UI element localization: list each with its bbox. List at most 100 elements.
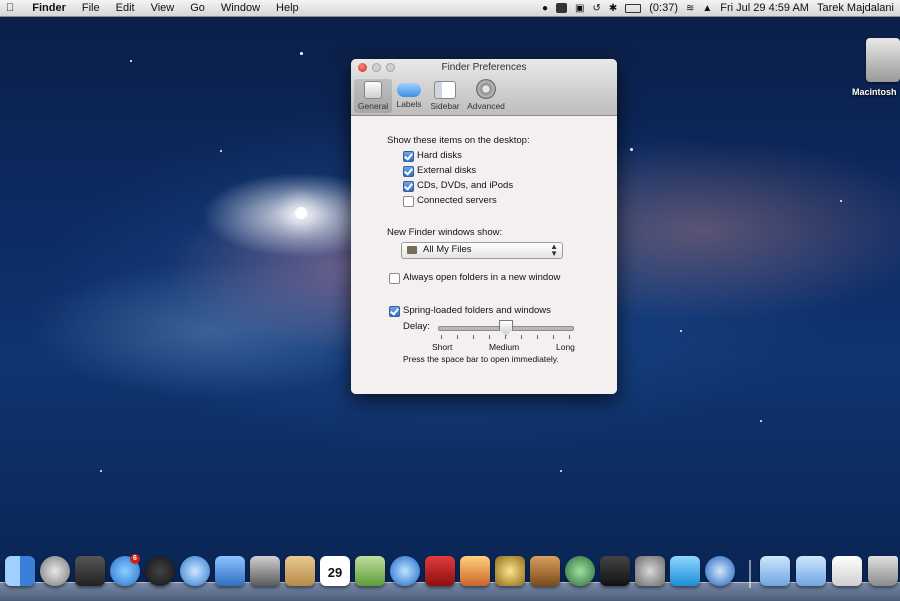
menu-edit[interactable]: Edit: [108, 0, 143, 16]
safari-icon[interactable]: [180, 556, 210, 586]
applications-folder-icon[interactable]: [760, 556, 790, 586]
address-book-icon[interactable]: [285, 556, 315, 586]
cds-dvds-ipods-label[interactable]: CDs, DVDs, and iPods: [417, 180, 513, 191]
time-machine-icon[interactable]: [565, 556, 595, 586]
imovie-icon[interactable]: [495, 556, 525, 586]
dock-separator: [749, 560, 751, 588]
mail-icon[interactable]: [215, 556, 245, 586]
battery-icon[interactable]: [625, 3, 642, 13]
tab-advanced-label: Advanced: [467, 101, 505, 111]
system-preferences-icon[interactable]: [635, 556, 665, 586]
wifi-icon[interactable]: ≋: [686, 3, 694, 14]
always-open-new-window-label[interactable]: Always open folders in a new window: [403, 272, 560, 283]
hard-disks-label[interactable]: Hard disks: [417, 150, 462, 161]
star: [220, 150, 222, 152]
trash-icon[interactable]: [868, 556, 898, 586]
connected-servers-label[interactable]: Connected servers: [417, 195, 497, 206]
quicktime-icon[interactable]: [705, 556, 735, 586]
slider-tick: [441, 335, 442, 339]
external-disks-label[interactable]: External disks: [417, 165, 476, 176]
photo-booth-icon[interactable]: [425, 556, 455, 586]
hard-disks-checkbox[interactable]: [403, 151, 414, 162]
tab-labels[interactable]: Labels: [390, 79, 428, 109]
window-title: Finder Preferences: [441, 62, 527, 73]
slider-tick: [489, 335, 490, 339]
volume-icon[interactable]: ▲: [702, 3, 712, 14]
menu-file[interactable]: File: [74, 0, 108, 16]
apple-menu-icon[interactable]: : [0, 0, 22, 16]
finder-icon[interactable]: [5, 556, 35, 586]
slider-tick: [457, 335, 458, 339]
star: [760, 420, 762, 422]
delay-slider-knob[interactable]: [499, 320, 513, 336]
slider-tick: [473, 335, 474, 339]
ical-icon[interactable]: 29: [320, 556, 350, 586]
spring-loaded-label[interactable]: Spring-loaded folders and windows: [403, 305, 551, 316]
delay-label: Delay:: [403, 321, 430, 332]
facetime-icon[interactable]: [250, 556, 280, 586]
battery-time[interactable]: (0:37): [649, 2, 678, 14]
star: [840, 200, 842, 202]
launchpad-icon[interactable]: [40, 556, 70, 586]
tab-advanced[interactable]: Advanced: [466, 79, 506, 111]
twitter-status-icon[interactable]: ●: [542, 3, 548, 14]
tab-sidebar-label: Sidebar: [430, 101, 460, 111]
menu-bar:  Finder File Edit View Go Window Help ●…: [0, 0, 900, 17]
mission-control-icon[interactable]: [75, 556, 105, 586]
delay-short-label: Short: [432, 342, 453, 352]
app-menu-finder[interactable]: Finder: [22, 0, 74, 16]
garageband-icon[interactable]: [530, 556, 560, 586]
star: [560, 470, 562, 472]
slider-tick: [553, 335, 554, 339]
labels-icon: [397, 83, 421, 97]
resolution-status-icon[interactable]: ▣: [575, 3, 584, 14]
hard-disk-label[interactable]: Macintosh: [852, 87, 897, 97]
tab-sidebar[interactable]: Sidebar: [426, 79, 464, 111]
folder-icon: [407, 246, 417, 254]
new-window-select[interactable]: All My Files ▲ ▼: [401, 242, 563, 259]
menu-window[interactable]: Window: [213, 0, 268, 16]
sidebar-icon: [434, 81, 456, 99]
documents-folder-icon[interactable]: [796, 556, 826, 586]
user-menu[interactable]: Tarek Majdalani: [817, 2, 894, 14]
menu-help[interactable]: Help: [268, 0, 307, 16]
general-pane: Show these items on the desktop: Hard di…: [351, 116, 617, 394]
cds-dvds-ipods-checkbox[interactable]: [403, 181, 414, 192]
time-machine-status-icon[interactable]: ↺: [592, 3, 600, 14]
new-window-heading: New Finder windows show:: [387, 227, 503, 238]
spring-loaded-checkbox[interactable]: [389, 306, 400, 317]
bluetooth-icon[interactable]: ✱: [609, 3, 617, 14]
status-area: ● ▣ ↺ ✱ (0:37) ≋ ▲ Fri Jul 29 4:59 AM Ta…: [542, 0, 894, 16]
star: [630, 148, 633, 151]
itunes-icon[interactable]: [390, 556, 420, 586]
screen-status-icon[interactable]: [556, 3, 568, 13]
menu-view[interactable]: View: [143, 0, 183, 16]
delay-medium-label: Medium: [489, 342, 520, 352]
desktop-items-heading: Show these items on the desktop:: [387, 135, 530, 146]
slider-tick: [569, 335, 570, 339]
slider-tick: [521, 335, 522, 339]
downloads-stack-icon[interactable]: [832, 556, 862, 586]
twitter-icon[interactable]: [670, 556, 700, 586]
general-icon: [364, 81, 382, 99]
dashboard-icon[interactable]: [145, 556, 175, 586]
clock[interactable]: Fri Jul 29 4:59 AM: [720, 2, 809, 14]
star: [300, 52, 303, 55]
slider-tick: [537, 335, 538, 339]
tab-general[interactable]: General: [354, 79, 392, 113]
gear-icon: [476, 79, 496, 99]
updown-arrows-icon: ▲ ▼: [550, 242, 558, 258]
connected-servers-checkbox[interactable]: [403, 196, 414, 207]
space-bar-hint: Press the space bar to open immediately.: [403, 354, 559, 364]
final-cut-icon[interactable]: [600, 556, 630, 586]
star: [130, 60, 132, 62]
external-disks-checkbox[interactable]: [403, 166, 414, 177]
always-open-new-window-checkbox[interactable]: [389, 273, 400, 284]
hard-disk-icon[interactable]: [866, 38, 900, 82]
menu-go[interactable]: Go: [182, 0, 213, 16]
slider-tick: [505, 335, 506, 339]
delay-long-label: Long: [556, 342, 575, 352]
preview-icon[interactable]: [355, 556, 385, 586]
iphoto-icon[interactable]: [460, 556, 490, 586]
window-titlebar[interactable]: Finder Preferences General Labels Sideba…: [351, 59, 617, 116]
